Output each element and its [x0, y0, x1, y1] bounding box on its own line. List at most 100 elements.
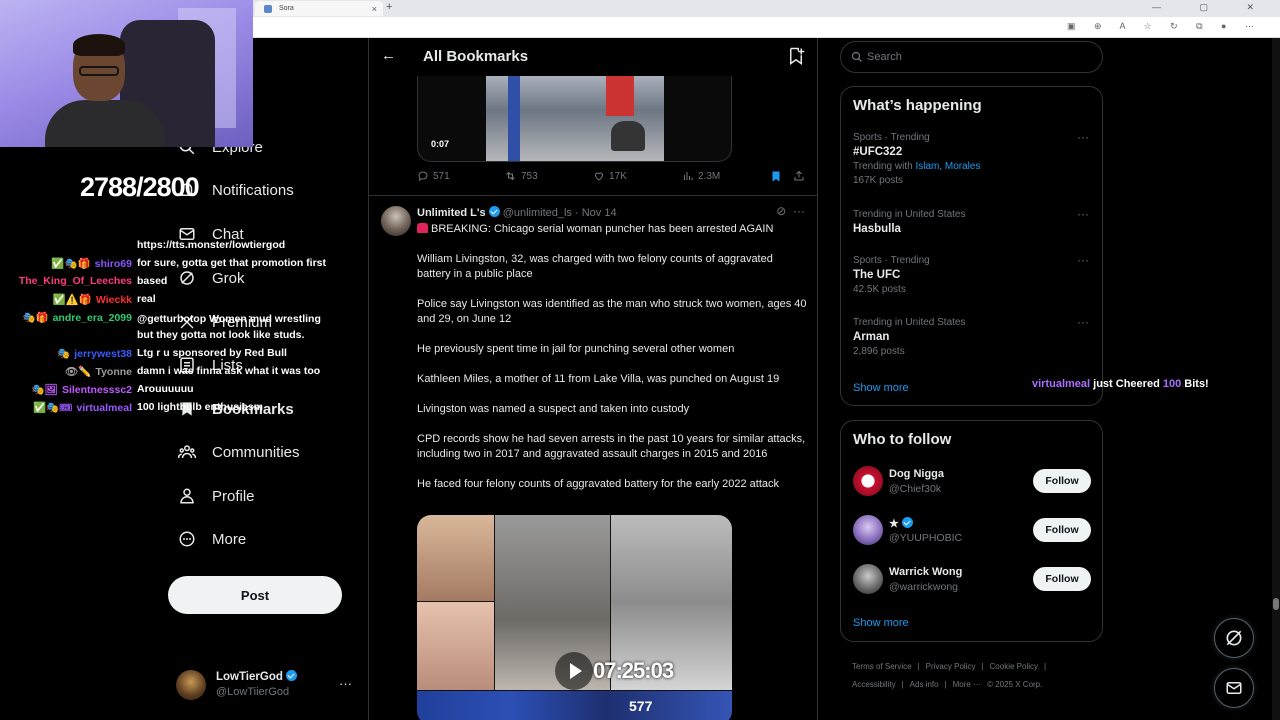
tweet-line: BREAKING: Chicago serial woman puncher h…: [431, 223, 774, 235]
search-input[interactable]: [867, 49, 1087, 65]
footer-link[interactable]: Accessibility: [852, 680, 896, 689]
like-button[interactable]: 17K: [593, 170, 627, 182]
follow-button[interactable]: Follow: [1033, 469, 1091, 493]
browser-tab[interactable]: Sora ×: [255, 1, 383, 16]
trends-show-more[interactable]: Show more: [853, 382, 909, 394]
bookmarks-header: ← All Bookmarks: [369, 38, 817, 76]
chat-message: https://tts.monster/lowtiergod: [0, 236, 340, 254]
follow-suggestion[interactable]: ★ @YUUPHOBIC Follow: [853, 515, 1091, 549]
grok-fab[interactable]: [1214, 618, 1254, 658]
tweet-actions: 571 753 17K 2.3M: [417, 170, 807, 188]
search-bar[interactable]: [840, 41, 1103, 73]
chat-message: 👁✏️ Tyonne damn i was finna ask what it w…: [0, 362, 340, 380]
cheer-amount: 100: [1162, 378, 1182, 390]
follow-suggestion[interactable]: Warrick Wong @warrickwong Follow: [853, 564, 1091, 598]
bookmark-add-icon[interactable]: [787, 47, 805, 65]
chat-text: based: [137, 275, 168, 287]
footer-link[interactable]: Terms of Service: [852, 662, 912, 671]
chat-username: ✅🎭🎟 virtualmeal: [33, 402, 132, 414]
scrollbar[interactable]: [1272, 38, 1280, 720]
reply-count: 571: [433, 170, 450, 182]
account-handle: @LowTiierGod: [216, 686, 290, 698]
trend-more-icon[interactable]: ···: [1077, 315, 1089, 329]
play-icon[interactable]: [555, 652, 593, 690]
grok-icon: [1226, 630, 1242, 646]
tweet-author-handle[interactable]: @unlimited_ls: [503, 207, 572, 219]
chat-username: 🎭 jerrywest38: [57, 348, 132, 360]
window-controls[interactable]: — ▢ ✕: [1152, 2, 1272, 13]
video-panel: [417, 602, 494, 690]
follow-handle: @warrickwong: [889, 581, 959, 593]
nav-communities[interactable]: Communities: [176, 440, 300, 464]
scrollbar-thumb[interactable]: [1273, 598, 1279, 610]
tweet-line: Kathleen Miles, a mother of 11 from Lake…: [417, 373, 780, 385]
follow-button[interactable]: Follow: [1033, 518, 1091, 542]
messages-fab[interactable]: [1214, 668, 1254, 708]
trend-item[interactable]: Trending in United States Arman 2,896 po…: [853, 315, 1093, 357]
follow-name: Dog Nigga: [889, 468, 944, 480]
tweet-video[interactable]: 07:25:03 577: [417, 515, 732, 720]
tab-close-icon[interactable]: ×: [372, 4, 377, 14]
footer-sep: |: [944, 680, 947, 689]
follow-suggestion[interactable]: Dog Nigga @Chief30k Follow: [853, 466, 1091, 500]
reply-button[interactable]: 571: [417, 170, 450, 182]
trend-more-icon[interactable]: ···: [1077, 207, 1089, 221]
footer-link[interactable]: Cookie Policy: [990, 662, 1038, 671]
chat-text: https://tts.monster/lowtiergod: [137, 239, 286, 251]
repost-count: 753: [521, 170, 538, 182]
follow-show-more[interactable]: Show more: [853, 617, 909, 629]
trend-item[interactable]: Sports · Trending #UFC322 Trending with …: [853, 130, 1093, 186]
grok-icon[interactable]: ⊘: [776, 204, 786, 218]
tweet-more-icon[interactable]: ···: [793, 204, 805, 218]
footer-link[interactable]: Ads info: [910, 680, 939, 689]
video-panel: [417, 515, 494, 601]
tweet-line: Police say Livingston was identified as …: [417, 298, 807, 325]
account-more-icon[interactable]: ···: [339, 676, 352, 691]
trend-context: Sports · Trending: [853, 255, 930, 266]
trend-links[interactable]: Islam, Morales: [915, 161, 980, 172]
sub-counter: 2788/2800: [80, 172, 200, 202]
chat-text: Ltg r u sponsored by Red Bull: [137, 347, 287, 359]
footer-link[interactable]: More ···: [953, 680, 981, 689]
account-switcher[interactable]: LowTierGod @LowTiierGod ···: [176, 668, 356, 702]
verified-badge-icon: [901, 517, 913, 528]
new-tab-button[interactable]: +: [386, 1, 392, 13]
nav-more[interactable]: More: [176, 527, 246, 551]
footer-sep: |: [901, 680, 904, 689]
stream-chat: https://tts.monster/lowtiergod ✅🎭🎁 shiro6…: [0, 236, 340, 416]
tweet-header: Unlimited L's @unlimited_ls · Nov 14: [417, 206, 617, 219]
chat-username: ✅🎭🎁 shiro69: [51, 258, 132, 270]
back-arrow-icon[interactable]: ←: [381, 47, 396, 64]
tweet-author-name[interactable]: Unlimited L's: [417, 207, 486, 219]
trend-item[interactable]: Trending in United States Hasbulla ···: [853, 207, 1093, 235]
footer-sep: |: [981, 662, 984, 671]
bookmarked-video-thumbnail[interactable]: [417, 76, 732, 162]
trend-item[interactable]: Sports · Trending The UFC 42.5K posts ··…: [853, 253, 1093, 295]
trends-panel: What’s happening Sports · Trending #UFC3…: [840, 86, 1103, 406]
follow-name-row: ★: [889, 517, 913, 530]
chat-username: 🎭🎁 andre_era_2099: [22, 312, 132, 324]
repost-button[interactable]: 753: [504, 170, 538, 182]
share-button[interactable]: [793, 170, 809, 182]
tweet-avatar[interactable]: [381, 206, 411, 236]
trend-name: The UFC: [853, 269, 901, 281]
footer-sep: |: [1044, 662, 1047, 671]
trend-posts: 2,896 posts: [853, 346, 905, 357]
post-button[interactable]: Post: [168, 576, 342, 614]
heart-icon: [594, 172, 604, 181]
chat-text: for sure, gotta get that promotion first: [137, 257, 326, 269]
chat-text: @getturbotop Women mud wrestling but the…: [137, 313, 321, 341]
trend-more-icon[interactable]: ···: [1077, 253, 1089, 267]
footer-link[interactable]: Privacy Policy: [926, 662, 976, 671]
communities-icon: [176, 441, 198, 463]
trend-name: Arman: [853, 331, 890, 343]
trend-context: Trending in United States: [853, 209, 966, 220]
toolbar-icons[interactable]: ▣ ⊕ A ☆ ↻ ⧉ ● ⋯: [1067, 21, 1262, 32]
video-panel: [417, 691, 732, 720]
trend-more-icon[interactable]: ···: [1077, 130, 1089, 144]
nav-profile[interactable]: Profile: [176, 484, 255, 508]
tweet-date[interactable]: Nov 14: [582, 207, 617, 219]
views-button[interactable]: 2.3M: [682, 170, 720, 182]
bookmark-button[interactable]: [770, 170, 786, 183]
follow-button[interactable]: Follow: [1033, 567, 1091, 591]
